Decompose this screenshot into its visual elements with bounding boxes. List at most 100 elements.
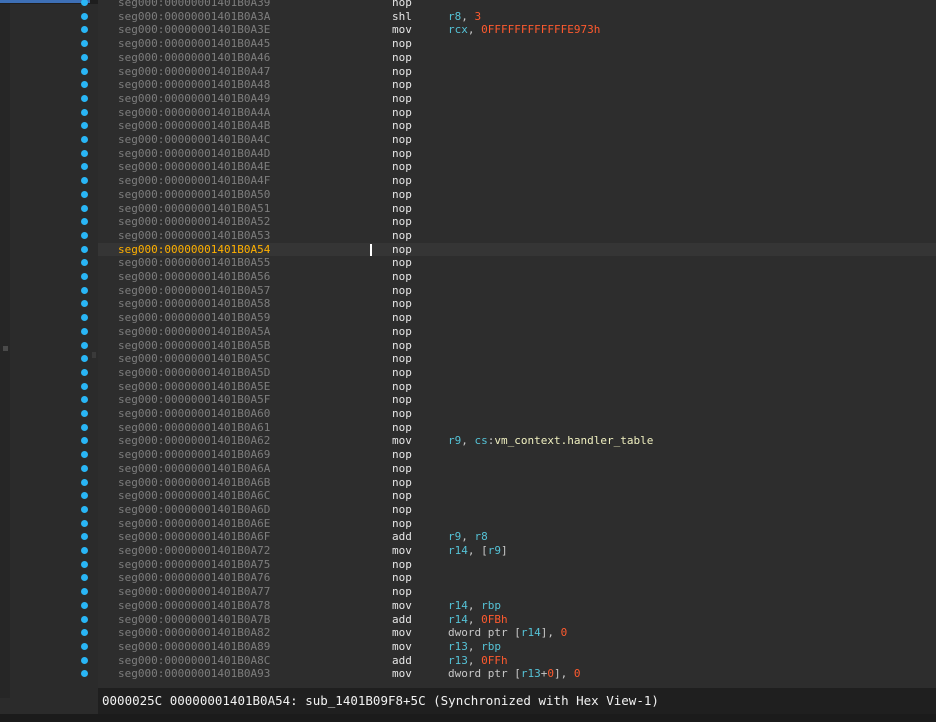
operand-sym[interactable]: vm_context.handler_table bbox=[494, 434, 653, 447]
operand-num[interactable]: 0FFFFFFFFFFFFE973h bbox=[481, 23, 600, 36]
address-label[interactable]: seg000:00000001401B0A6F bbox=[118, 530, 270, 544]
mnemonic[interactable]: mov bbox=[392, 640, 412, 654]
listing-row[interactable]: seg000:00000001401B0A7B add r14, 0FBh bbox=[81, 613, 936, 627]
mnemonic[interactable]: nop bbox=[392, 352, 412, 366]
listing-row[interactable]: seg000:00000001401B0A3E mov rcx, 0FFFFFFFF… bbox=[81, 23, 936, 37]
listing-row[interactable]: seg000:00000001401B0A4C nop bbox=[81, 133, 936, 147]
address-label[interactable]: seg000:00000001401B0A48 bbox=[118, 78, 270, 92]
address-label[interactable]: seg000:00000001401B0A93 bbox=[118, 667, 270, 681]
address-label[interactable]: seg000:00000001401B0A4D bbox=[118, 147, 270, 161]
address-label[interactable]: seg000:00000001401B0A8C bbox=[118, 654, 270, 668]
listing-row[interactable]: seg000:00000001401B0A5E nop bbox=[81, 380, 936, 394]
operands[interactable]: r8, 3 bbox=[448, 10, 481, 24]
mnemonic[interactable]: nop bbox=[392, 188, 412, 202]
address-label[interactable]: seg000:00000001401B0A5A bbox=[118, 325, 270, 339]
listing-row[interactable]: seg000:00000001401B0A57 nop bbox=[81, 284, 936, 298]
listing-row[interactable]: seg000:00000001401B0A6C nop bbox=[81, 489, 936, 503]
address-label[interactable]: seg000:00000001401B0A55 bbox=[118, 256, 270, 270]
listing-row[interactable]: seg000:00000001401B0A56 nop bbox=[81, 270, 936, 284]
operand-num[interactable]: 0FBh bbox=[481, 613, 508, 626]
address-label[interactable]: seg000:00000001401B0A47 bbox=[118, 65, 270, 79]
mnemonic[interactable]: nop bbox=[392, 92, 412, 106]
listing-row[interactable]: seg000:00000001401B0A6D nop bbox=[81, 503, 936, 517]
mnemonic[interactable]: nop bbox=[392, 202, 412, 216]
address-label[interactable]: seg000:00000001401B0A6C bbox=[118, 489, 270, 503]
listing-row[interactable]: seg000:00000001401B0A46 nop bbox=[81, 51, 936, 65]
listing-row[interactable]: seg000:00000001401B0A48 nop bbox=[81, 78, 936, 92]
address-label[interactable]: seg000:00000001401B0A4C bbox=[118, 133, 270, 147]
address-label[interactable]: seg000:00000001401B0A7B bbox=[118, 613, 270, 627]
address-label[interactable]: seg000:00000001401B0A53 bbox=[118, 229, 270, 243]
operand-reg[interactable]: r8 bbox=[448, 10, 461, 23]
mnemonic[interactable]: nop bbox=[392, 65, 412, 79]
operand-reg[interactable]: r13 bbox=[448, 654, 468, 667]
operands[interactable]: rcx, 0FFFFFFFFFFFFE973h bbox=[448, 23, 600, 37]
address-label[interactable]: seg000:00000001401B0A60 bbox=[118, 407, 270, 421]
mnemonic[interactable]: mov bbox=[392, 626, 412, 640]
mnemonic[interactable]: nop bbox=[392, 51, 412, 65]
address-label[interactable]: seg000:00000001401B0A4B bbox=[118, 119, 270, 133]
mnemonic[interactable]: nop bbox=[392, 325, 412, 339]
address-label[interactable]: seg000:00000001401B0A50 bbox=[118, 188, 270, 202]
operands[interactable]: r13, 0FFh bbox=[448, 654, 508, 668]
address-label[interactable]: seg000:00000001401B0A62 bbox=[118, 434, 270, 448]
operands[interactable]: dword ptr [r14], 0 bbox=[448, 626, 567, 640]
operand-reg[interactable]: r13 bbox=[448, 640, 468, 653]
operands[interactable]: r14, rbp bbox=[448, 599, 501, 613]
listing-row[interactable]: seg000:00000001401B0A6A nop bbox=[81, 462, 936, 476]
mnemonic[interactable]: nop bbox=[392, 229, 412, 243]
mnemonic[interactable]: nop bbox=[392, 366, 412, 380]
operand-reg[interactable]: r14 bbox=[448, 613, 468, 626]
address-label[interactable]: seg000:00000001401B0A78 bbox=[118, 599, 270, 613]
operand-reg[interactable]: r14 bbox=[448, 599, 468, 612]
mnemonic[interactable]: nop bbox=[392, 215, 412, 229]
listing-row[interactable]: seg000:00000001401B0A78 mov r14, rbp bbox=[81, 599, 936, 613]
address-label[interactable]: seg000:00000001401B0A61 bbox=[118, 421, 270, 435]
mnemonic[interactable]: nop bbox=[392, 476, 412, 490]
listing-row[interactable]: seg000:00000001401B0A6E nop bbox=[81, 517, 936, 531]
mnemonic[interactable]: nop bbox=[392, 339, 412, 353]
mnemonic[interactable]: nop bbox=[392, 407, 412, 421]
address-label[interactable]: seg000:00000001401B0A5C bbox=[118, 352, 270, 366]
listing-row[interactable]: seg000:00000001401B0A76 nop bbox=[81, 571, 936, 585]
listing-row[interactable]: seg000:00000001401B0A61 nop bbox=[81, 421, 936, 435]
mnemonic[interactable]: nop bbox=[392, 311, 412, 325]
listing-row[interactable]: seg000:00000001401B0A6F add r9, r8 bbox=[81, 530, 936, 544]
address-label[interactable]: seg000:00000001401B0A5F bbox=[118, 393, 270, 407]
address-label[interactable]: seg000:00000001401B0A49 bbox=[118, 92, 270, 106]
operands[interactable]: r14, [r9] bbox=[448, 544, 508, 558]
mnemonic[interactable]: nop bbox=[392, 78, 412, 92]
mnemonic[interactable]: nop bbox=[392, 147, 412, 161]
address-label[interactable]: seg000:00000001401B0A58 bbox=[118, 297, 270, 311]
operand-reg[interactable]: r13 bbox=[521, 667, 541, 680]
address-label[interactable]: seg000:00000001401B0A5E bbox=[118, 380, 270, 394]
mnemonic[interactable]: nop bbox=[392, 0, 412, 10]
mnemonic[interactable]: nop bbox=[392, 585, 412, 599]
listing-row[interactable]: seg000:00000001401B0A4D nop bbox=[81, 147, 936, 161]
mnemonic[interactable]: nop bbox=[392, 503, 412, 517]
listing-row[interactable]: seg000:00000001401B0A62 mov r9, cs:vm_cont… bbox=[81, 434, 936, 448]
mnemonic[interactable]: nop bbox=[392, 37, 412, 51]
listing-row[interactable]: seg000:00000001401B0A93 mov dword ptr [r13… bbox=[81, 667, 936, 681]
mnemonic[interactable]: add bbox=[392, 654, 412, 668]
mnemonic[interactable]: nop bbox=[392, 243, 412, 257]
mnemonic[interactable]: mov bbox=[392, 667, 412, 681]
listing-row-current[interactable]: seg000:00000001401B0A54 nop bbox=[81, 242, 936, 257]
listing-row[interactable]: seg000:00000001401B0A5B nop bbox=[81, 339, 936, 353]
disassembly-listing[interactable]: seg000:00000001401B0A39 nop seg000:0000000… bbox=[81, 0, 936, 688]
listing-row[interactable]: seg000:00000001401B0A50 nop bbox=[81, 188, 936, 202]
operands[interactable]: dword ptr [r13+0], 0 bbox=[448, 667, 580, 681]
listing-row[interactable]: seg000:00000001401B0A55 nop bbox=[81, 256, 936, 270]
address-label[interactable]: seg000:00000001401B0A59 bbox=[118, 311, 270, 325]
address-label[interactable]: seg000:00000001401B0A4F bbox=[118, 174, 270, 188]
listing-row[interactable]: seg000:00000001401B0A5D nop bbox=[81, 366, 936, 380]
listing-row[interactable]: seg000:00000001401B0A89 mov r13, rbp bbox=[81, 640, 936, 654]
listing-row[interactable]: seg000:00000001401B0A5F nop bbox=[81, 393, 936, 407]
mnemonic[interactable]: mov bbox=[392, 23, 412, 37]
mnemonic[interactable]: shl bbox=[392, 10, 412, 24]
mnemonic[interactable]: nop bbox=[392, 517, 412, 531]
mnemonic[interactable]: nop bbox=[392, 571, 412, 585]
address-label[interactable]: seg000:00000001401B0A69 bbox=[118, 448, 270, 462]
listing-row[interactable]: seg000:00000001401B0A75 nop bbox=[81, 558, 936, 572]
address-label[interactable]: seg000:00000001401B0A72 bbox=[118, 544, 270, 558]
